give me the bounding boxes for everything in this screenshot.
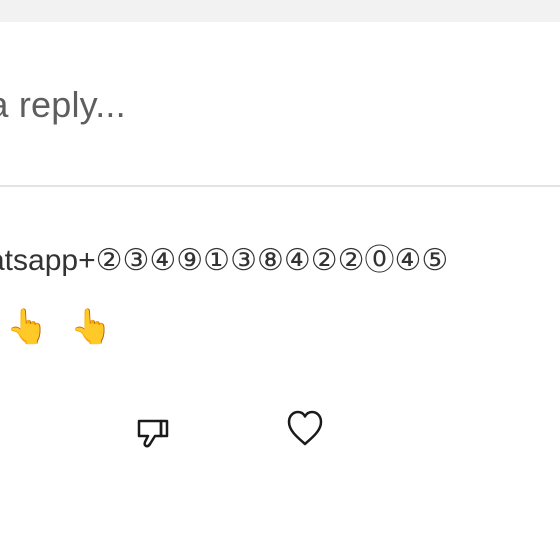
top-strip [0,0,560,22]
like-button[interactable] [283,407,327,451]
thumbs-down-icon [137,419,169,448]
reply-thread-view: atsapp+②③④⑨①③⑧④②②⓪④⑤ 👆👆 [0,0,560,560]
reply-input[interactable] [0,60,560,150]
divider [0,185,560,187]
comment-emojis: 👆👆 [6,308,135,346]
heart-icon [287,410,323,446]
dislike-button[interactable] [131,412,175,456]
comment-text: atsapp+②③④⑨①③⑧④②②⓪④⑤ [0,244,449,277]
